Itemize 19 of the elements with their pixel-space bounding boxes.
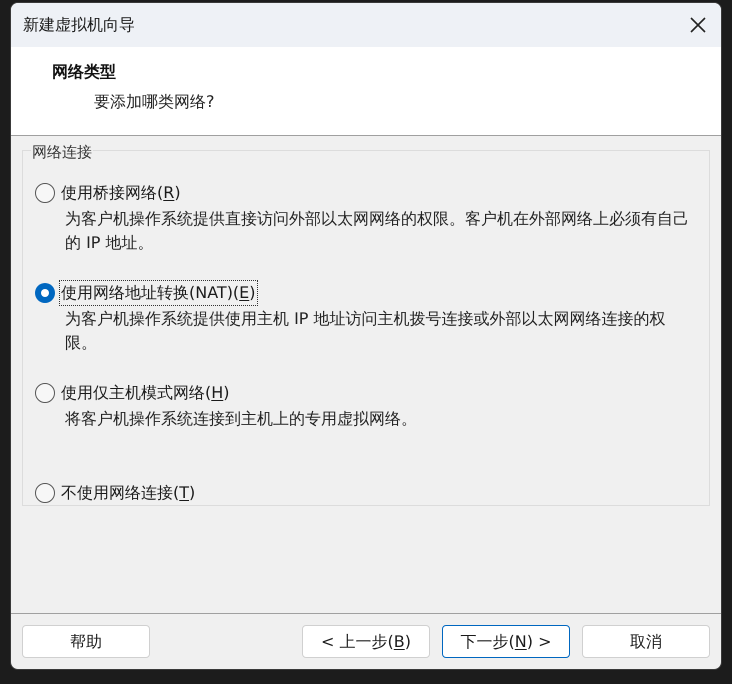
option-label[interactable]: 不使用网络连接(T) xyxy=(60,481,196,505)
dialog-button[interactable]: 下一步(N) > xyxy=(442,625,570,658)
option-description: 为客户机操作系统提供使用主机 IP 地址访问主机拨号连接或外部以太网网络连接的权限。 xyxy=(64,308,667,354)
option-label[interactable]: 使用仅主机模式网络(H) xyxy=(60,381,231,405)
dialog-button[interactable]: < 上一步(B) xyxy=(302,625,430,658)
dialog-button[interactable]: 取消 xyxy=(582,625,710,658)
option-description: 将客户机操作系统连接到主机上的专用虚拟网络。 xyxy=(64,408,418,430)
option-label[interactable]: 使用桥接网络(R) xyxy=(60,181,182,205)
radio-button[interactable] xyxy=(35,383,55,403)
close-icon[interactable] xyxy=(689,16,707,34)
option-description: 为客户机操作系统提供直接访问外部以太网网络的权限。客户机在外部网络上必须有自己的 IP 地址。 xyxy=(64,208,690,254)
dialog-button[interactable]: 帮助 xyxy=(22,625,150,658)
page-subtitle: 要添加哪类网络? xyxy=(93,91,216,113)
radio-button[interactable] xyxy=(35,483,55,503)
option-label[interactable]: 使用网络地址转换(NAT)(E) xyxy=(60,281,257,305)
radio-button[interactable] xyxy=(35,283,55,303)
page-title: 网络类型 xyxy=(52,61,117,83)
radio-button[interactable] xyxy=(35,183,55,203)
window-title: 新建虚拟机向导 xyxy=(23,14,135,36)
